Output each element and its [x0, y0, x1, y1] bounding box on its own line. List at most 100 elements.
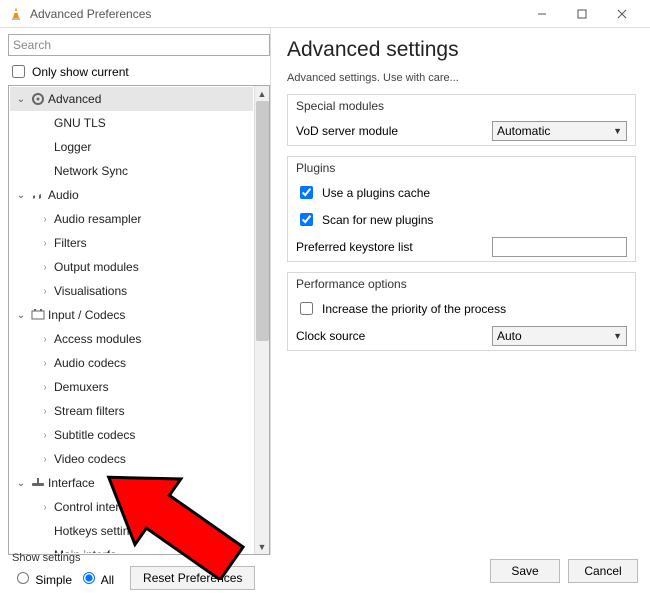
- scan-plugins-checkbox[interactable]: [300, 213, 313, 226]
- expand-icon[interactable]: ›: [38, 262, 52, 273]
- checkbox-label: Increase the priority of the process: [322, 302, 506, 316]
- codec-icon: [30, 307, 46, 323]
- tree-label: Filters: [54, 236, 87, 250]
- chevron-down-icon: ▼: [613, 331, 622, 341]
- scroll-up-icon[interactable]: ▲: [255, 86, 269, 101]
- window-title: Advanced Preferences: [30, 7, 522, 21]
- search-placeholder: Search: [13, 38, 51, 52]
- tree-item-input-codecs[interactable]: ⌄ Input / Codecs: [10, 303, 253, 327]
- tree-item-demuxers[interactable]: ›Demuxers: [10, 375, 253, 399]
- tree-label: Audio: [48, 188, 79, 202]
- expand-icon[interactable]: ›: [38, 430, 52, 441]
- radio-simple[interactable]: Simple: [12, 569, 72, 587]
- tree-item-stream-filters[interactable]: ›Stream filters: [10, 399, 253, 423]
- keystore-label: Preferred keystore list: [296, 240, 486, 254]
- tree-label: Advanced: [48, 92, 101, 106]
- only-show-current-checkbox[interactable]: [12, 65, 25, 78]
- radio-label: Simple: [35, 573, 72, 587]
- button-label: Save: [511, 564, 538, 578]
- combo-value: Automatic: [497, 124, 550, 138]
- tree-item-gnutls[interactable]: GNU TLS: [10, 111, 253, 135]
- show-settings-label: Show settings: [12, 552, 255, 564]
- scroll-down-icon[interactable]: ▼: [255, 539, 269, 554]
- minimize-button[interactable]: [522, 2, 562, 26]
- priority-checkbox[interactable]: [300, 302, 313, 315]
- collapse-icon[interactable]: ⌄: [14, 310, 28, 321]
- cancel-button[interactable]: Cancel: [568, 559, 638, 583]
- app-icon: [8, 6, 24, 22]
- tree-scrollbar[interactable]: ▲ ▼: [254, 86, 269, 554]
- only-show-current-label: Only show current: [32, 65, 129, 79]
- expand-icon[interactable]: ›: [38, 454, 52, 465]
- tree-label: GNU TLS: [54, 116, 106, 130]
- tree-label: Video codecs: [54, 452, 126, 466]
- tree-label: Demuxers: [54, 380, 109, 394]
- tree-item-advanced[interactable]: ⌄ Advanced: [10, 87, 253, 111]
- expand-icon[interactable]: ›: [38, 334, 52, 345]
- clock-label: Clock source: [296, 329, 486, 343]
- page-hint: Advanced settings. Use with care...: [287, 72, 636, 84]
- tree-label: Network Sync: [54, 164, 128, 178]
- expand-icon[interactable]: ›: [38, 406, 52, 417]
- radio-all[interactable]: All: [78, 569, 114, 587]
- settings-tree[interactable]: ⌄ Advanced GNU TLS Logger Network Sync ⌄…: [10, 87, 253, 553]
- tree-item-hotkeys[interactable]: Hotkeys settings: [10, 519, 253, 543]
- radio-simple-input[interactable]: [17, 572, 29, 584]
- expand-icon[interactable]: ›: [38, 286, 52, 297]
- combo-value: Auto: [497, 329, 522, 343]
- tree-label: Audio codecs: [54, 356, 126, 370]
- close-button[interactable]: [602, 2, 642, 26]
- save-button[interactable]: Save: [490, 559, 560, 583]
- tree-label: Visualisations: [54, 284, 127, 298]
- group-header: Plugins: [288, 157, 635, 179]
- tree-label: Stream filters: [54, 404, 125, 418]
- tree-label: Interface: [48, 476, 95, 490]
- collapse-icon[interactable]: ⌄: [14, 478, 28, 489]
- checkbox-label: Scan for new plugins: [322, 213, 433, 227]
- keystore-input[interactable]: [492, 237, 627, 257]
- tree-item-logger[interactable]: Logger: [10, 135, 253, 159]
- tree-label: Access modules: [54, 332, 141, 346]
- vod-combobox[interactable]: Automatic ▼: [492, 121, 627, 141]
- radio-label: All: [101, 573, 114, 587]
- expand-icon[interactable]: ›: [38, 214, 52, 225]
- interface-icon: [30, 475, 46, 491]
- plugins-cache-checkbox[interactable]: [300, 186, 313, 199]
- tree-item-audio-resampler[interactable]: ›Audio resampler: [10, 207, 253, 231]
- tree-item-output-modules[interactable]: ›Output modules: [10, 255, 253, 279]
- tree-item-visualisations[interactable]: ›Visualisations: [10, 279, 253, 303]
- tree-item-audio[interactable]: ⌄ Audio: [10, 183, 253, 207]
- tree-item-audio-codecs[interactable]: ›Audio codecs: [10, 351, 253, 375]
- vod-label: VoD server module: [296, 124, 486, 138]
- collapse-icon[interactable]: ⌄: [14, 94, 28, 105]
- clock-combobox[interactable]: Auto ▼: [492, 326, 627, 346]
- expand-icon[interactable]: ›: [38, 238, 52, 249]
- tree-label: Hotkeys settings: [54, 524, 142, 538]
- audio-icon: [30, 187, 46, 203]
- tree-label: Subtitle codecs: [54, 428, 135, 442]
- button-label: Reset Preferences: [143, 571, 242, 585]
- tree-label: Logger: [54, 140, 91, 154]
- expand-icon[interactable]: ›: [38, 358, 52, 369]
- tree-item-subtitle-codecs[interactable]: ›Subtitle codecs: [10, 423, 253, 447]
- tree-item-network-sync[interactable]: Network Sync: [10, 159, 253, 183]
- scrollbar-thumb[interactable]: [256, 101, 269, 341]
- reset-preferences-button[interactable]: Reset Preferences: [130, 566, 255, 590]
- checkbox-label: Use a plugins cache: [322, 186, 430, 200]
- tree-item-interface[interactable]: ⌄ Interface: [10, 471, 253, 495]
- tree-item-control-interfaces[interactable]: ›Control interfaces: [10, 495, 253, 519]
- maximize-button[interactable]: [562, 2, 602, 26]
- tree-item-filters[interactable]: ›Filters: [10, 231, 253, 255]
- only-show-current[interactable]: Only show current: [8, 62, 270, 81]
- tree-label: Output modules: [54, 260, 139, 274]
- collapse-icon[interactable]: ⌄: [14, 190, 28, 201]
- radio-all-input[interactable]: [83, 572, 95, 584]
- right-pane: Advanced settings Advanced settings. Use…: [271, 28, 650, 555]
- tree-label: Control interfaces: [54, 500, 148, 514]
- search-input[interactable]: Search: [8, 34, 270, 56]
- group-performance: Performance options Increase the priorit…: [287, 272, 636, 351]
- expand-icon[interactable]: ›: [38, 382, 52, 393]
- tree-item-access-modules[interactable]: ›Access modules: [10, 327, 253, 351]
- expand-icon[interactable]: ›: [38, 502, 52, 513]
- tree-item-video-codecs[interactable]: ›Video codecs: [10, 447, 253, 471]
